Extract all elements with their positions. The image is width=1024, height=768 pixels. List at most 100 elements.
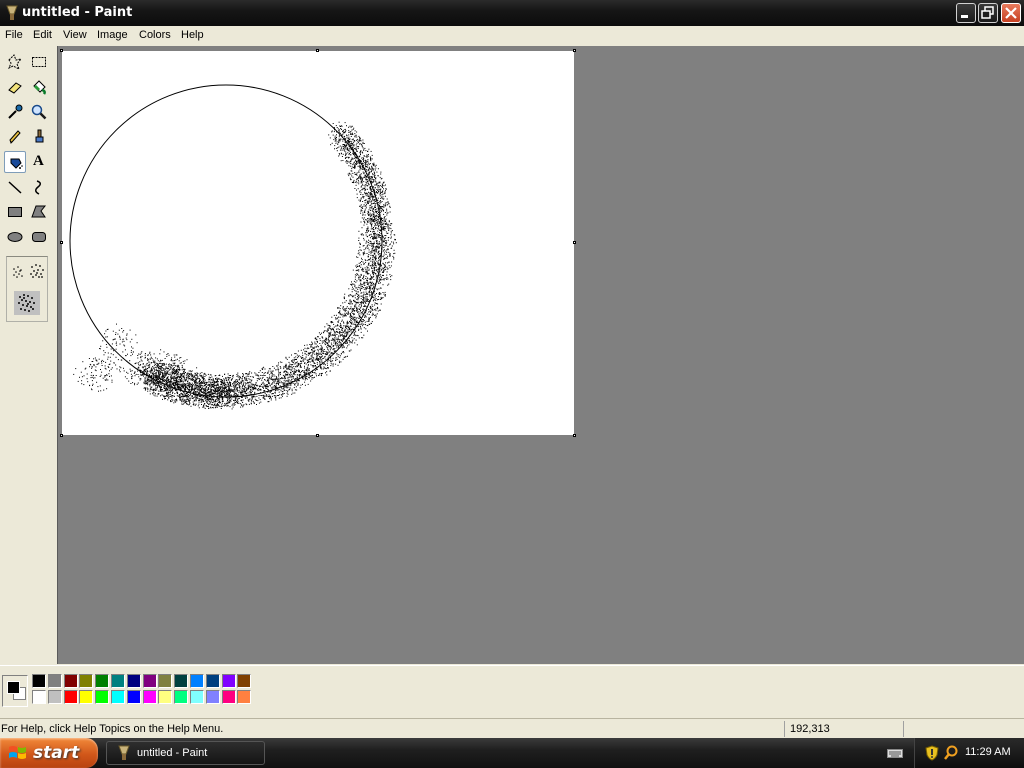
airbrush-spray-strokes: [73, 121, 397, 410]
palette-swatch[interactable]: [190, 674, 204, 688]
tool-text[interactable]: A: [28, 151, 50, 173]
menu-view[interactable]: View: [63, 29, 87, 41]
palette-swatch[interactable]: [158, 674, 173, 688]
palette-swatch[interactable]: [190, 690, 204, 704]
text-icon: A: [33, 153, 44, 169]
start-label: start: [33, 743, 80, 763]
palette-swatch[interactable]: [205, 690, 220, 704]
status-bar: For Help, click Help Topics on the Help …: [0, 718, 1024, 739]
palette-swatch[interactable]: [205, 674, 220, 688]
palette-swatch[interactable]: [237, 690, 252, 704]
taskbar: start untitled - Paint 11:29 AM: [0, 738, 1024, 768]
pick-color-icon: [8, 104, 23, 119]
palette-swatch[interactable]: [221, 690, 236, 704]
color-palette: [0, 665, 1024, 714]
palette-swatch[interactable]: [95, 674, 110, 688]
tool-rectangle[interactable]: [4, 201, 26, 223]
restore-button[interactable]: [978, 3, 998, 23]
resize-handle-top: [316, 49, 319, 52]
palette-swatch[interactable]: [63, 690, 78, 704]
palette-swatch[interactable]: [174, 690, 189, 704]
menu-colors[interactable]: Colors: [139, 29, 171, 41]
palette-swatch[interactable]: [79, 690, 94, 704]
taskbar-clock: 11:29 AM: [965, 746, 1011, 758]
airbrush-icon: [10, 158, 23, 169]
resize-handle-bottom[interactable]: [316, 434, 319, 437]
palette-swatch[interactable]: [111, 674, 125, 688]
brush-icon: [35, 129, 44, 143]
tool-brush[interactable]: [28, 126, 50, 148]
keyboard-icon[interactable]: [887, 747, 903, 759]
security-shield-icon[interactable]: [925, 745, 939, 761]
pencil-icon: [9, 130, 21, 144]
menu-edit[interactable]: Edit: [33, 29, 52, 41]
line-icon: [8, 181, 22, 194]
airbrush-size-large-icon: [18, 294, 35, 312]
tool-airbrush[interactable]: [4, 151, 26, 173]
status-help-text: For Help, click Help Topics on the Help …: [1, 723, 224, 735]
toolbox: A: [0, 46, 57, 664]
tool-free-form-select[interactable]: [4, 51, 26, 73]
tool-magnifier[interactable]: [28, 101, 50, 123]
palette-swatch[interactable]: [47, 674, 62, 688]
airbrush-size-large-selected[interactable]: [14, 291, 40, 315]
tool-fill[interactable]: [28, 76, 50, 98]
palette-swatch[interactable]: [158, 690, 173, 704]
status-separator: [784, 721, 785, 737]
fill-icon: [33, 80, 46, 95]
tool-pick-color[interactable]: [4, 101, 26, 123]
resize-handle-bottom-right[interactable]: [573, 434, 576, 437]
palette-swatch[interactable]: [111, 690, 125, 704]
palette-swatch[interactable]: [221, 674, 236, 688]
close-icon: [1005, 7, 1017, 19]
drawn-circle: [69, 84, 383, 398]
tool-polygon[interactable]: [28, 201, 50, 223]
palette-swatch[interactable]: [32, 690, 46, 704]
tool-ellipse[interactable]: [4, 226, 26, 248]
tool-curve[interactable]: [28, 176, 50, 198]
tool-rounded-rectangle[interactable]: [28, 226, 50, 248]
eraser-icon: [8, 82, 22, 94]
tool-eraser[interactable]: [4, 76, 26, 98]
menu-image[interactable]: Image: [97, 29, 128, 41]
minimize-button[interactable]: [956, 3, 976, 23]
tool-line[interactable]: [4, 176, 26, 198]
palette-swatch[interactable]: [126, 674, 141, 688]
menu-file[interactable]: File: [5, 29, 23, 41]
resize-handle-left: [60, 241, 63, 244]
menu-help[interactable]: Help: [181, 29, 204, 41]
resize-handle-top-right: [573, 49, 576, 52]
resize-handle-right[interactable]: [573, 241, 576, 244]
system-tray: 11:29 AM: [914, 738, 1024, 768]
search-icon[interactable]: [943, 745, 959, 761]
palette-swatch[interactable]: [142, 690, 157, 704]
tool-pencil[interactable]: [4, 126, 26, 148]
airbrush-size-medium-icon[interactable]: [28, 262, 46, 280]
palette-swatch[interactable]: [142, 674, 157, 688]
paint-app-icon: [6, 5, 18, 20]
canvas-workspace[interactable]: [57, 46, 1024, 664]
drawing-canvas[interactable]: [62, 51, 574, 435]
palette-swatch[interactable]: [95, 690, 110, 704]
palette-swatch[interactable]: [237, 674, 252, 688]
start-button[interactable]: start: [0, 738, 98, 768]
status-separator: [903, 721, 904, 737]
airbrush-size-options: [6, 256, 48, 322]
select-icon: [32, 57, 46, 67]
palette-swatch[interactable]: [126, 690, 141, 704]
close-button[interactable]: [1001, 3, 1021, 23]
palette-swatch[interactable]: [63, 674, 78, 688]
menu-bar: File Edit View Image Colors Help: [0, 26, 1024, 45]
taskbar-paint-button[interactable]: untitled - Paint: [106, 741, 265, 765]
palette-swatch[interactable]: [47, 690, 62, 704]
tool-select[interactable]: [28, 51, 50, 73]
palette-swatch[interactable]: [32, 674, 46, 688]
airbrush-size-small-icon[interactable]: [11, 265, 25, 279]
title-bar[interactable]: untitled - Paint: [0, 0, 1024, 26]
palette-swatch[interactable]: [174, 674, 189, 688]
magnifier-icon: [31, 104, 47, 120]
palette-swatch[interactable]: [79, 674, 94, 688]
restore-icon: [981, 6, 994, 19]
polygon-icon: [31, 205, 47, 218]
foreground-color-swatch[interactable]: [7, 681, 20, 694]
